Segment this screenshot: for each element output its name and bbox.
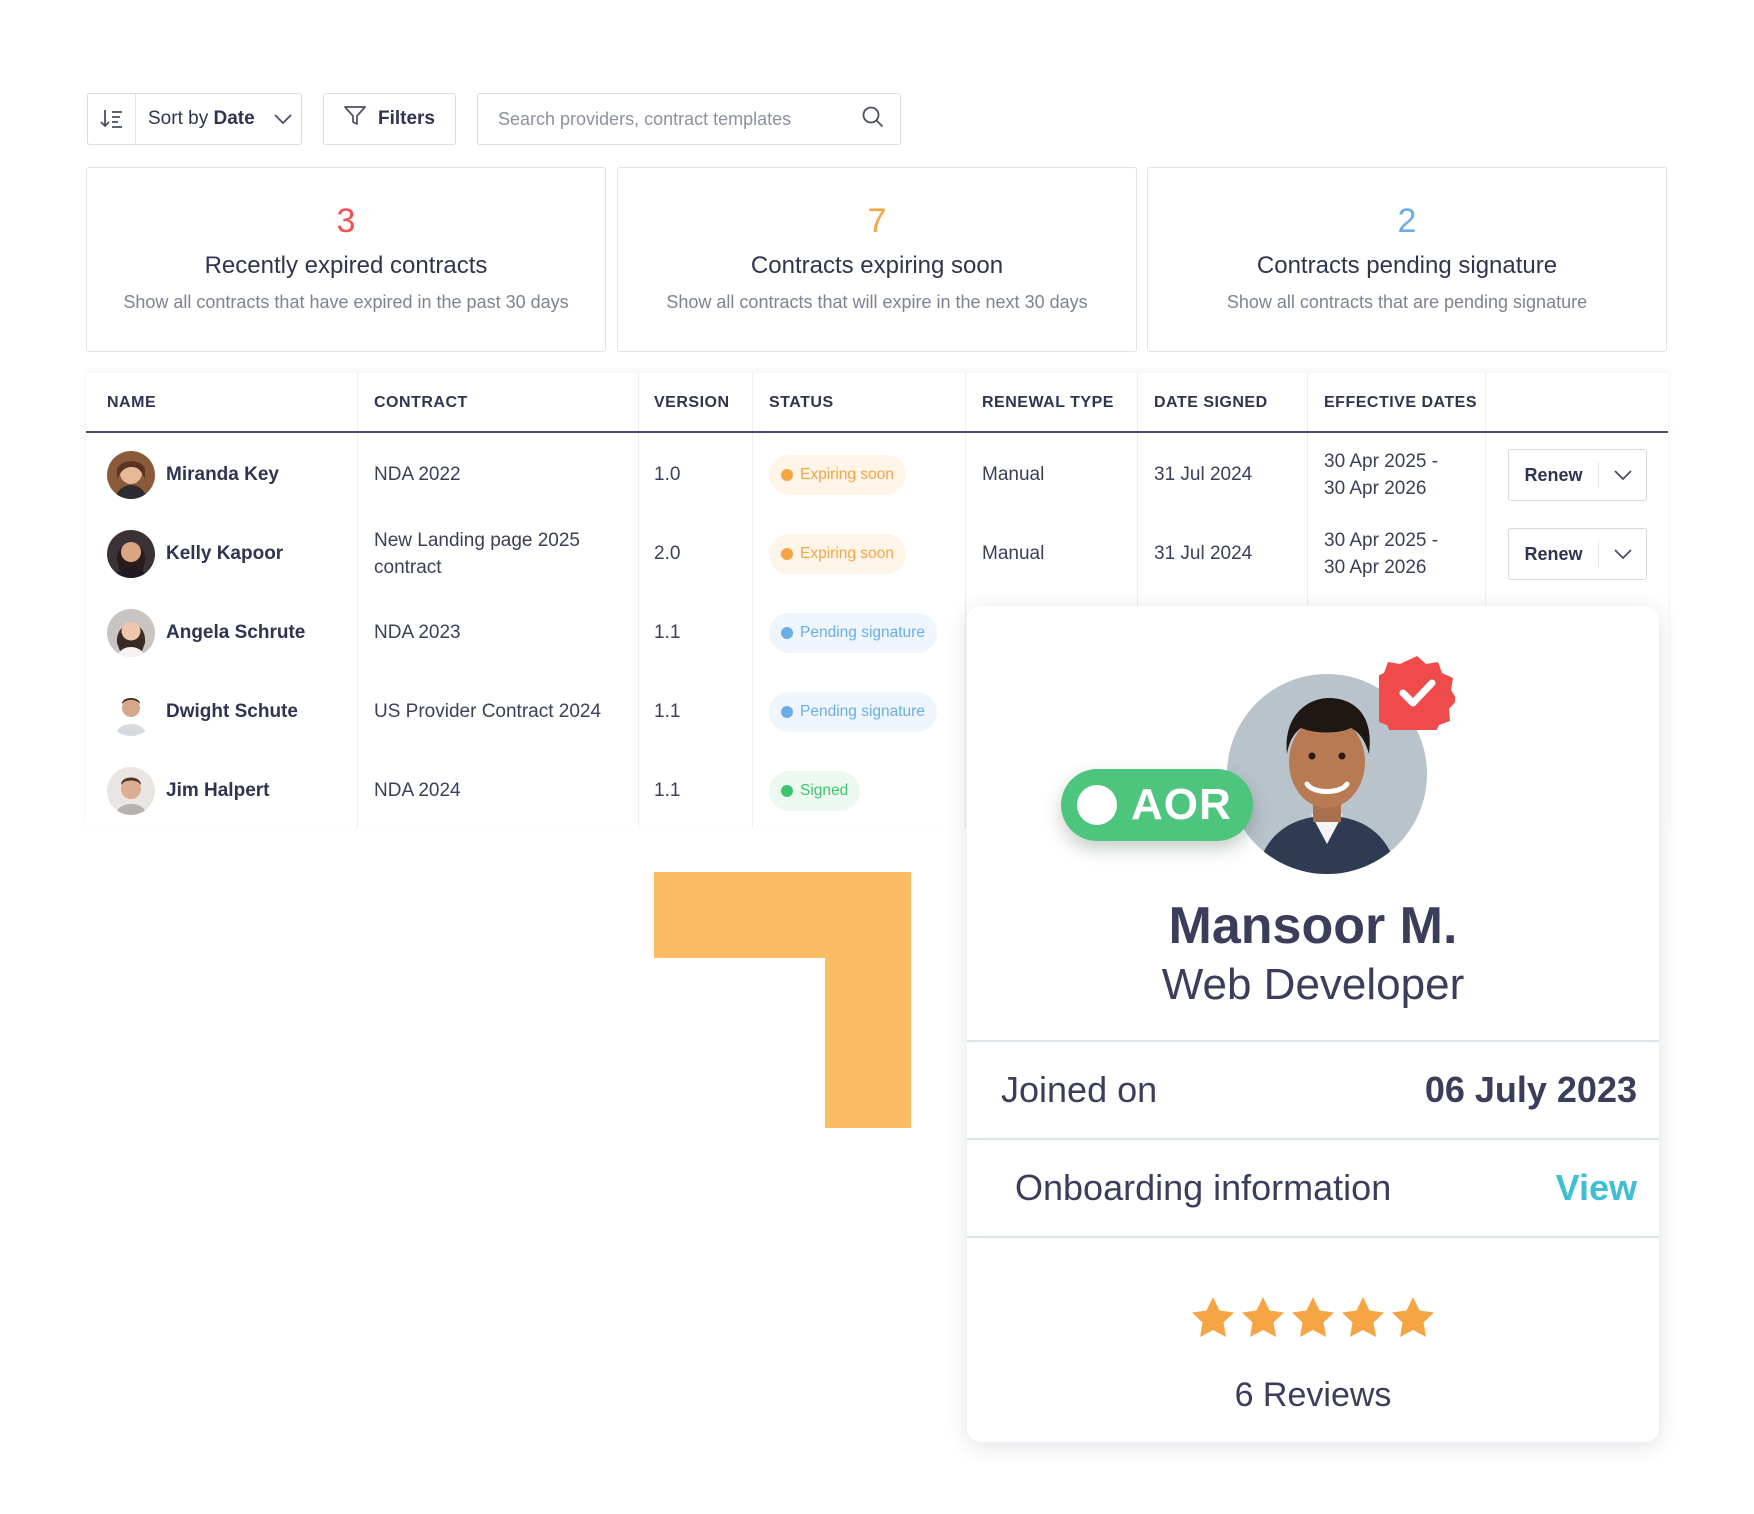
contract-cell: US Provider Contract 2024 (374, 701, 602, 722)
column-header-name[interactable]: NAME (107, 373, 156, 433)
search-input[interactable]: Search providers, contract templates (477, 93, 901, 145)
contract-cell: NDA 2022 (374, 464, 461, 485)
provider-name: Miranda Key (166, 464, 279, 485)
version-cell: 1.1 (654, 780, 681, 801)
rating-stars (967, 1296, 1659, 1338)
column-header-renewal-type[interactable]: RENEWAL TYPE (982, 373, 1114, 433)
stat-title: Recently expired contracts (204, 252, 488, 279)
column-header-status[interactable]: STATUS (769, 373, 834, 433)
status-badge: Pending signature (769, 691, 937, 732)
avatar (107, 608, 155, 657)
star-icon (1342, 1297, 1384, 1337)
star-icon (1292, 1297, 1334, 1337)
onboarding-label: Onboarding information (1015, 1167, 1392, 1208)
status-cell: Expiring soon (769, 514, 906, 593)
name-cell: Dwight Schute (107, 672, 298, 751)
date-signed-cell: 31 Jul 2024 (1154, 543, 1253, 564)
aor-toggle: AOR (1061, 769, 1253, 841)
chevron-down-icon (265, 114, 301, 124)
contract-cell: NDA 2023 (374, 622, 461, 643)
stat-card-expired[interactable]: 3 Recently expired contracts Show all co… (86, 167, 606, 352)
version-cell: 1.0 (654, 464, 681, 485)
name-cell: Kelly Kapoor (107, 514, 283, 593)
status-cell: Signed (769, 751, 861, 830)
joined-date: 06 July 2023 (1424, 1069, 1637, 1110)
column-header-contract[interactable]: CONTRACT (374, 373, 468, 433)
sort-icon (88, 94, 136, 144)
version-cell: 1.1 (654, 622, 681, 643)
joined-row: Joined on 06 July 2023 (967, 1040, 1659, 1138)
contract-cell: New Landing page 2025 contract (374, 529, 581, 578)
renewal-type-cell: Manual (982, 464, 1045, 485)
profile-role: Web Developer (1161, 960, 1465, 1009)
avatar (107, 766, 155, 815)
sort-value: Date (213, 108, 255, 129)
date-signed-cell: 31 Jul 2024 (1154, 464, 1253, 485)
stat-card-expiring[interactable]: 7 Contracts expiring soon Show all contr… (617, 167, 1137, 352)
table-row[interactable]: Miranda Key NDA 2022 1.0 Expiring soon M… (86, 435, 1668, 514)
toggle-knob (1077, 785, 1117, 825)
filters-label: Filters (377, 108, 436, 129)
contract-cell: NDA 2024 (374, 780, 461, 801)
status-badge: Expiring soon (769, 454, 906, 495)
aor-label: AOR (1131, 780, 1232, 829)
status-cell: Pending signature (769, 672, 937, 751)
stat-title: Contracts pending signature (1256, 252, 1558, 279)
search-placeholder: Search providers, contract templates (498, 108, 792, 129)
table-header: NAME CONTRACT VERSION STATUS RENEWAL TYP… (86, 373, 1668, 433)
chevron-down-icon[interactable] (1599, 549, 1646, 559)
version-cell: 1.1 (654, 701, 681, 722)
renewal-type-cell: Manual (982, 543, 1045, 564)
joined-label: Joined on (1001, 1069, 1158, 1110)
status-cell: Pending signature (769, 593, 937, 672)
filters-button[interactable]: Filters (323, 93, 456, 145)
effective-dates-cell: 30 Apr 2025 -30 Apr 2026 (1324, 450, 1439, 499)
sort-by-dropdown[interactable]: Sort by Date (87, 93, 302, 145)
version-cell: 2.0 (654, 543, 681, 564)
status-cell: Expiring soon (769, 435, 906, 514)
name-cell: Jim Halpert (107, 751, 269, 830)
stat-title: Contracts expiring soon (750, 252, 1004, 279)
filter-icon (344, 106, 366, 132)
column-header-effective-dates[interactable]: EFFECTIVE DATES (1324, 373, 1477, 433)
column-header-date-signed[interactable]: DATE SIGNED (1154, 373, 1268, 433)
star-icon (1192, 1297, 1234, 1337)
star-icon (1242, 1297, 1284, 1337)
status-badge: Signed (769, 770, 861, 811)
provider-name: Dwight Schute (166, 701, 298, 722)
sort-by-label: Sort by Date (148, 108, 255, 129)
avatar (107, 687, 155, 736)
star-icon (1392, 1297, 1434, 1337)
onboarding-view-link[interactable]: View (1556, 1167, 1637, 1209)
stat-description: Show all contracts that are pending sign… (1226, 292, 1588, 312)
status-badge: Expiring soon (769, 533, 906, 574)
effective-dates-cell: 30 Apr 2025 -30 Apr 2026 (1324, 529, 1439, 578)
onboarding-row: Onboarding information View (967, 1138, 1659, 1236)
name-cell: Angela Schrute (107, 593, 305, 672)
profile-card: AOR Mansoor M. Web Developer Joined on 0… (967, 606, 1659, 1442)
verified-badge-icon (1369, 654, 1457, 742)
renew-button[interactable]: Renew (1508, 449, 1647, 501)
search-icon[interactable] (862, 106, 884, 133)
provider-name: Angela Schrute (166, 622, 306, 643)
column-header-version[interactable]: VERSION (654, 373, 730, 433)
name-cell: Miranda Key (107, 435, 279, 514)
renew-button[interactable]: Renew (1508, 528, 1647, 580)
stat-description: Show all contracts that have expired in … (123, 292, 569, 312)
stat-description: Show all contracts that will expire in t… (666, 292, 1088, 312)
profile-name: Mansoor M. (1168, 897, 1458, 955)
stat-count: 2 (1397, 202, 1417, 240)
stat-count: 3 (336, 202, 356, 240)
avatar (107, 450, 155, 499)
chevron-down-icon[interactable] (1599, 470, 1646, 480)
avatar (107, 529, 155, 578)
provider-name: Kelly Kapoor (166, 543, 284, 564)
provider-name: Jim Halpert (166, 780, 270, 801)
stat-card-pending[interactable]: 2 Contracts pending signature Show all c… (1147, 167, 1667, 352)
status-badge: Pending signature (769, 612, 937, 653)
reviews-count: 6 Reviews (1234, 1376, 1392, 1414)
table-row[interactable]: Kelly Kapoor New Landing page 2025 contr… (86, 514, 1668, 593)
decorative-shape (825, 872, 911, 1128)
stat-count: 7 (867, 202, 887, 240)
